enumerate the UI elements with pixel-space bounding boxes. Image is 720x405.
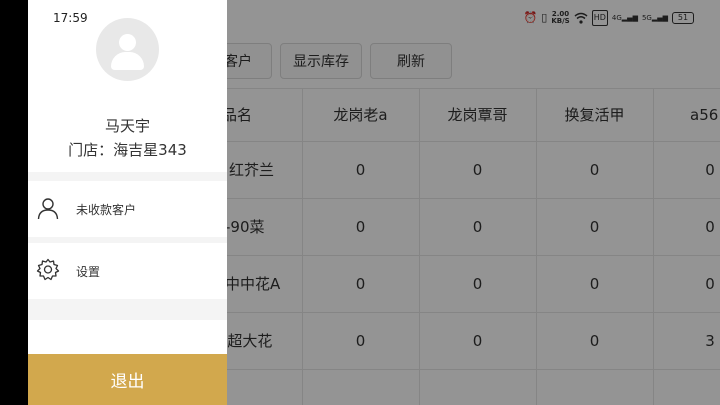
- avatar[interactable]: [96, 18, 159, 81]
- person-icon: [37, 198, 59, 220]
- store-name: 门店：海吉星343: [68, 141, 187, 159]
- menu-item-label: 未收款客户: [76, 202, 137, 217]
- gear-icon: [36, 258, 60, 281]
- screen-edge-bar: [0, 0, 28, 405]
- drawer-header: 17:59 马天宇 门店：海吉星343: [28, 0, 227, 172]
- status-time: 17:59: [53, 11, 88, 25]
- user-name: 马天宇: [104, 117, 150, 135]
- avatar-body-shape: [111, 52, 144, 70]
- avatar-head-shape: [119, 34, 136, 51]
- menu-item-settings[interactable]: 设置: [28, 243, 227, 299]
- menu-item-unpaid-customers[interactable]: 未收款客户: [28, 181, 227, 237]
- menu-item-label: 设置: [76, 264, 101, 279]
- drawer-spacer: [28, 320, 227, 354]
- logout-button[interactable]: 退出: [28, 354, 227, 405]
- navigation-drawer: 17:59 马天宇 门店：海吉星343 未收款客户 设置 退出: [28, 0, 227, 405]
